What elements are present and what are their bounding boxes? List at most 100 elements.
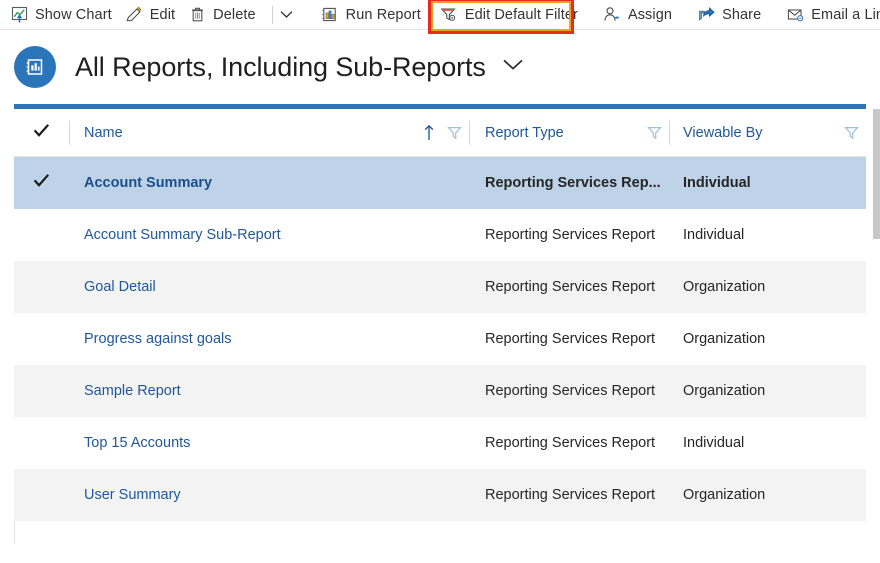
row-name-cell[interactable]: Goal Detail	[69, 261, 469, 313]
email-a-link-button[interactable]: Email a Link	[782, 0, 880, 29]
row-viewable-by-cell: Organization	[669, 313, 866, 365]
column-header-viewable-by-label: Viewable By	[683, 125, 763, 141]
row-viewable-by-cell: Organization	[669, 365, 866, 417]
column-divider	[469, 121, 470, 145]
row-report-type-cell: Reporting Services Report	[469, 365, 669, 417]
filter-icon[interactable]	[647, 125, 662, 140]
table-row[interactable]: Progress against goals Reporting Service…	[14, 313, 866, 365]
filter-icon[interactable]	[844, 125, 859, 140]
column-divider	[69, 121, 70, 145]
row-report-type-cell: Reporting Services Report	[469, 209, 669, 261]
checkmark-icon	[33, 123, 50, 143]
assign-label: Assign	[628, 7, 672, 23]
edit-label: Edit	[150, 7, 175, 23]
row-checkbox[interactable]	[14, 469, 69, 521]
row-checkbox[interactable]	[14, 261, 69, 313]
row-checkbox[interactable]	[14, 417, 69, 469]
trash-icon	[188, 6, 206, 24]
table-row[interactable]: Account Summary Sub-Report Reporting Ser…	[14, 209, 866, 261]
viewable-by-value: Organization	[683, 279, 765, 295]
delete-button[interactable]: Delete	[184, 0, 265, 29]
row-viewable-by-cell: Individual	[669, 417, 866, 469]
viewable-by-value: Individual	[683, 435, 744, 451]
scrollbar-thumb[interactable]	[873, 109, 880, 239]
view-selector-button[interactable]	[502, 58, 524, 76]
grid-body: Name Report Type	[14, 109, 880, 521]
email-a-link-label: Email a Link	[811, 7, 880, 23]
report-type-value: Reporting Services Report	[485, 227, 655, 243]
row-name-cell[interactable]: Sample Report	[69, 365, 469, 417]
report-type-value: Reporting Services Report	[485, 487, 655, 503]
table-row[interactable]: Goal Detail Reporting Services Report Or…	[14, 261, 866, 313]
filter-icon[interactable]	[447, 125, 462, 140]
show-chart-label: Show Chart	[35, 7, 112, 23]
report-type-value: Reporting Services Report	[485, 383, 655, 399]
command-bar-divider-1	[272, 6, 273, 24]
column-header-report-type-label: Report Type	[485, 125, 564, 141]
overflow-menu-button[interactable]	[280, 0, 293, 29]
row-name-cell[interactable]: Account Summary Sub-Report	[69, 209, 469, 261]
row-name-cell[interactable]: Account Summary	[69, 157, 469, 209]
row-report-type-cell: Reporting Services Rep...	[469, 157, 669, 209]
email-link-icon	[786, 6, 804, 24]
row-report-type-cell: Reporting Services Report	[469, 469, 669, 521]
row-viewable-by-cell: Organization	[669, 261, 866, 313]
row-report-type-cell: Reporting Services Report	[469, 261, 669, 313]
row-report-type-cell: Reporting Services Report	[469, 313, 669, 365]
row-checkbox[interactable]	[14, 209, 69, 261]
report-name-link[interactable]: Sample Report	[84, 383, 181, 399]
table-row[interactable]: User Summary Reporting Services Report O…	[14, 469, 866, 521]
row-name-cell[interactable]: Progress against goals	[69, 313, 469, 365]
report-name-link[interactable]: Account Summary	[84, 175, 212, 191]
column-header-name-label: Name	[84, 125, 123, 141]
filter-settings-icon	[440, 6, 458, 24]
report-type-value: Reporting Services Report	[485, 331, 655, 347]
sort-ascending-icon[interactable]	[423, 124, 435, 141]
bar-chart-icon	[321, 6, 339, 24]
report-name-link[interactable]: Goal Detail	[84, 279, 156, 295]
grid-vertical-scrollbar[interactable]	[873, 109, 880, 544]
row-name-cell[interactable]: Top 15 Accounts	[69, 417, 469, 469]
table-row[interactable]: Account Summary Reporting Services Rep..…	[14, 157, 866, 209]
select-all-cell[interactable]	[14, 109, 69, 156]
report-entity-icon	[14, 46, 56, 88]
row-checkbox[interactable]	[14, 365, 69, 417]
run-report-label: Run Report	[346, 7, 421, 23]
share-button[interactable]: Share	[693, 0, 770, 29]
column-header-name[interactable]: Name	[69, 109, 469, 156]
table-row[interactable]: Top 15 Accounts Reporting Services Repor…	[14, 417, 866, 469]
edit-default-filter-button[interactable]: Edit Default Filter	[436, 0, 587, 29]
row-checkbox[interactable]	[14, 157, 69, 209]
chevron-down-icon	[280, 6, 293, 24]
viewable-by-value: Organization	[683, 331, 765, 347]
edit-default-filter-label: Edit Default Filter	[465, 7, 578, 23]
run-report-button[interactable]: Run Report	[317, 0, 430, 29]
edit-button[interactable]: Edit	[121, 0, 184, 29]
checkmark-icon	[33, 173, 50, 193]
viewable-by-value: Organization	[683, 383, 765, 399]
pencil-icon	[125, 6, 143, 24]
chevron-down-icon	[502, 58, 524, 76]
row-viewable-by-cell: Individual	[669, 157, 866, 209]
reports-grid: Name Report Type	[14, 104, 880, 544]
share-label: Share	[722, 7, 761, 23]
column-header-viewable-by[interactable]: Viewable By	[669, 109, 866, 156]
row-name-cell[interactable]: User Summary	[69, 469, 469, 521]
viewable-by-value: Individual	[683, 175, 751, 191]
viewable-by-value: Individual	[683, 227, 744, 243]
report-name-link[interactable]: User Summary	[84, 487, 181, 503]
table-row[interactable]: Sample Report Reporting Services Report …	[14, 365, 866, 417]
assign-button[interactable]: Assign	[599, 0, 681, 29]
command-bar-spacer	[300, 6, 310, 24]
column-header-report-type[interactable]: Report Type	[469, 109, 669, 156]
page-title: All Reports, Including Sub-Reports	[75, 52, 486, 83]
report-type-value: Reporting Services Report	[485, 435, 655, 451]
report-type-value: Reporting Services Report	[485, 279, 655, 295]
command-bar: Show Chart Edit Delete	[0, 0, 880, 29]
report-name-link[interactable]: Progress against goals	[84, 331, 232, 347]
report-name-link[interactable]: Account Summary Sub-Report	[84, 227, 281, 243]
page-header: All Reports, Including Sub-Reports	[0, 30, 880, 104]
row-checkbox[interactable]	[14, 313, 69, 365]
report-name-link[interactable]: Top 15 Accounts	[84, 435, 190, 451]
show-chart-button[interactable]: Show Chart	[6, 0, 121, 29]
